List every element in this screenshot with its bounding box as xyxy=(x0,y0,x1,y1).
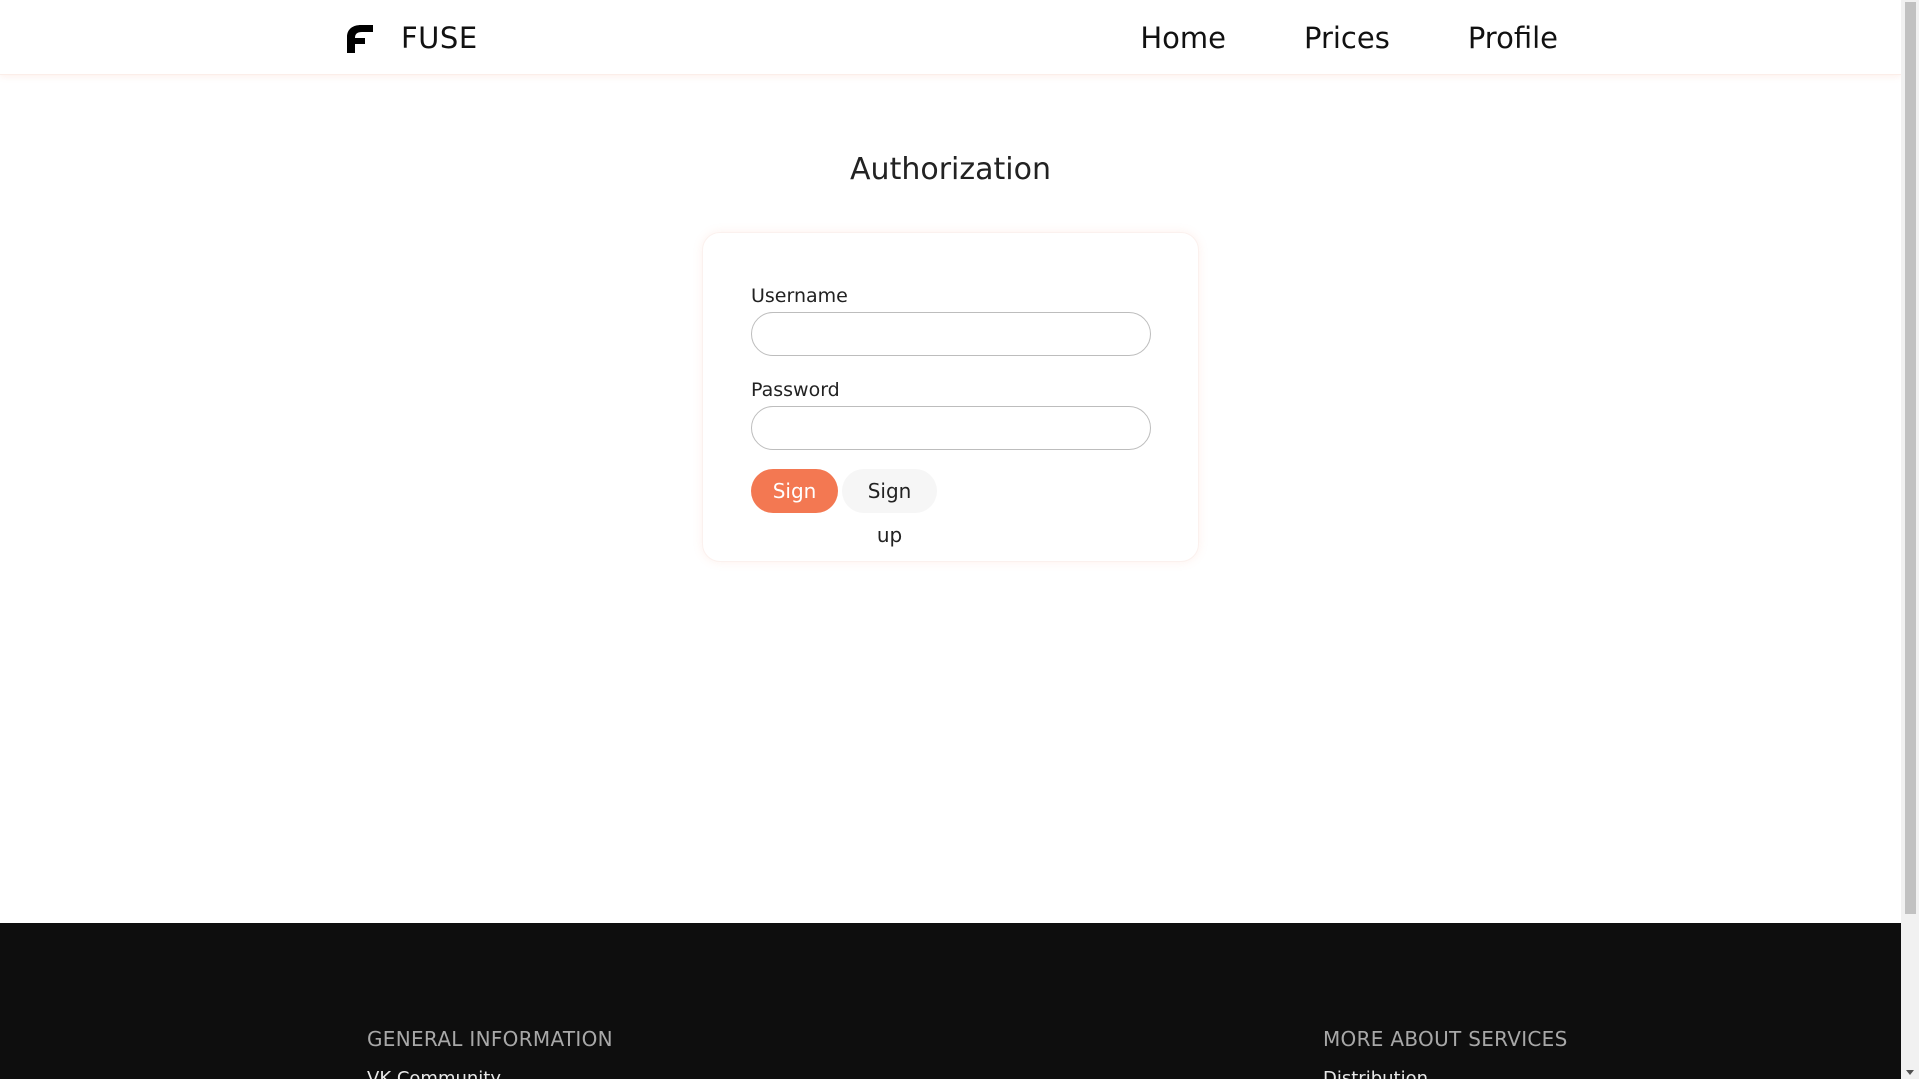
username-input[interactable] xyxy=(751,312,1151,356)
footer-heading-services: MORE ABOUT SERVICES xyxy=(1323,1027,1568,1051)
footer-link-vk-community[interactable]: VK Community xyxy=(367,1068,501,1079)
page-title: Authorization xyxy=(850,152,1051,187)
site-header: FUSE Home Prices Profile xyxy=(0,0,1901,75)
viewport: FUSE Home Prices Profile Authorization U… xyxy=(0,0,1901,1079)
scrollbar-thumb[interactable] xyxy=(1905,2,1916,914)
password-label: Password xyxy=(751,379,840,401)
brand-name: FUSE xyxy=(401,21,478,55)
login-form: Username Password Sign in Sign up xyxy=(702,232,1199,562)
password-input[interactable] xyxy=(751,406,1151,450)
username-label: Username xyxy=(751,285,848,307)
main-nav: Home Prices Profile xyxy=(1140,18,1558,58)
fuse-logo-icon xyxy=(343,21,377,55)
nav-link-home[interactable]: Home xyxy=(1140,21,1226,55)
footer-heading-general: GENERAL INFORMATION xyxy=(367,1027,613,1051)
sign-in-button[interactable]: Sign in xyxy=(751,469,838,547)
page-scrollbar[interactable] xyxy=(1901,0,1919,1079)
site-footer: GENERAL INFORMATION VK Community MORE AB… xyxy=(0,923,1901,1079)
footer-link-distribution[interactable]: Distribution xyxy=(1323,1068,1428,1079)
nav-link-prices[interactable]: Prices xyxy=(1304,21,1390,55)
page: FUSE Home Prices Profile Authorization U… xyxy=(0,0,1919,1079)
brand[interactable]: FUSE xyxy=(343,20,478,56)
sign-up-button[interactable]: Sign up xyxy=(842,469,937,547)
scroll-down-arrow-icon[interactable] xyxy=(1906,1070,1914,1075)
nav-link-profile[interactable]: Profile xyxy=(1468,21,1558,55)
